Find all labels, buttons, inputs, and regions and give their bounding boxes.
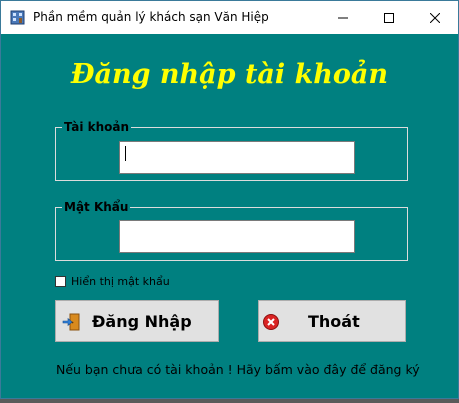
minimize-icon — [338, 17, 348, 18]
login-button[interactable]: Đăng Nhập — [55, 300, 219, 342]
login-window: Phần mềm quản lý khách sạn Văn Hiệp Đăng… — [0, 0, 459, 399]
show-password-row[interactable]: Hiển thị mật khẩu — [55, 275, 170, 288]
app-window-icon — [10, 10, 25, 25]
close-window-button[interactable] — [412, 1, 458, 34]
window-title: Phần mềm quản lý khách sạn Văn Hiệp — [33, 10, 269, 24]
text-caret — [125, 146, 126, 161]
password-input[interactable] — [119, 220, 355, 253]
login-button-label: Đăng Nhập — [92, 312, 192, 331]
username-group: Tài khoản — [55, 120, 408, 181]
page-title: Đăng nhập tài khoản — [70, 59, 389, 90]
desktop-background — [0, 399, 459, 403]
close-icon — [430, 12, 440, 23]
password-group: Mật Khẩu — [55, 200, 408, 261]
username-input[interactable] — [119, 141, 355, 174]
title-bar[interactable]: Phần mềm quản lý khách sạn Văn Hiệp — [1, 1, 458, 34]
show-password-label: Hiển thị mật khẩu — [71, 275, 170, 288]
username-label: Tài khoản — [62, 120, 132, 134]
close-circle-icon — [263, 314, 279, 330]
login-door-icon — [62, 313, 80, 331]
register-link[interactable]: Nếu bạn chưa có tài khoản ! Hãy bấm vào … — [56, 362, 420, 377]
maximize-button[interactable] — [366, 1, 412, 34]
maximize-icon — [384, 12, 394, 23]
exit-button-label: Thoát — [308, 312, 360, 331]
exit-button[interactable]: Thoát — [258, 300, 406, 342]
show-password-checkbox[interactable] — [55, 276, 66, 287]
password-label: Mật Khẩu — [62, 200, 131, 214]
minimize-button[interactable] — [320, 1, 366, 34]
